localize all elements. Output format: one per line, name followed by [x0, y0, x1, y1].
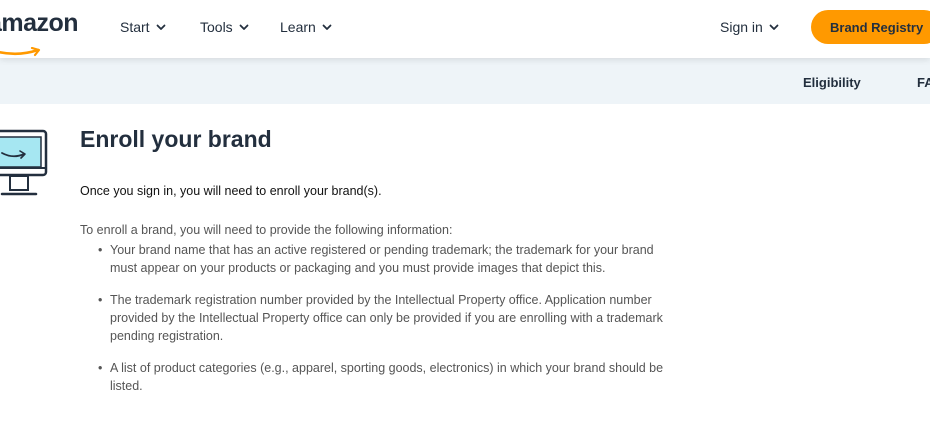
intro-text: Once you sign in, you will need to enrol… [80, 184, 382, 198]
subnav-faq-link[interactable]: FA [917, 75, 930, 90]
chevron-down-icon [156, 24, 165, 30]
nav-start[interactable]: Start [120, 19, 167, 35]
brand-registry-button-label: Brand Registry [830, 19, 924, 35]
top-navigation-bar: amazon Start Tools Learn Sign in Brand R… [0, 0, 930, 58]
sign-in-menu[interactable]: Sign in [720, 19, 780, 35]
brand-registry-button[interactable]: Brand Registry [811, 10, 930, 44]
list-item: The trademark registration number provid… [98, 291, 673, 345]
amazon-logo[interactable]: amazon [0, 9, 79, 57]
requirements-list: Your brand name that has an active regis… [98, 241, 673, 409]
list-item: Your brand name that has an active regis… [98, 241, 673, 277]
nav-start-label: Start [120, 19, 150, 35]
nav-tools[interactable]: Tools [200, 19, 250, 35]
smile-arrow-icon [0, 47, 41, 57]
sub-navigation-bar: Eligibility FA [0, 58, 930, 104]
requirements-lead-text: To enroll a brand, you will need to prov… [80, 223, 453, 237]
subnav-eligibility-link[interactable]: Eligibility [803, 75, 861, 90]
logo-text: amazon [0, 9, 79, 37]
nav-learn-label: Learn [280, 19, 316, 35]
nav-tools-label: Tools [200, 19, 233, 35]
monitor-icon [0, 129, 48, 196]
list-item: A list of product categories (e.g., appa… [98, 359, 673, 395]
sign-in-label: Sign in [720, 19, 763, 35]
chevron-down-icon [322, 24, 332, 30]
nav-learn[interactable]: Learn [280, 19, 333, 35]
chevron-down-icon [239, 24, 249, 30]
page-title: Enroll your brand [80, 126, 272, 152]
chevron-down-icon [769, 24, 779, 30]
